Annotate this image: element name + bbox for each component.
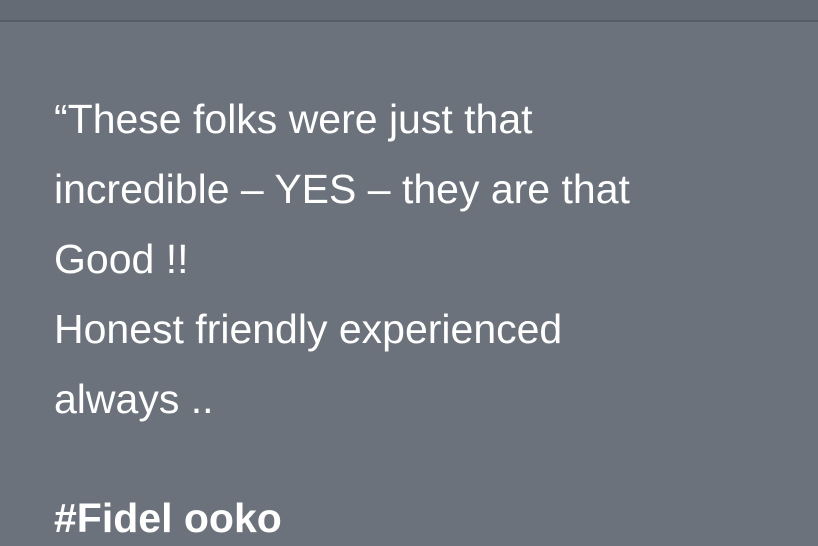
testimonial-card: “These folks were just that incredible –… [0,0,818,546]
quote-line: incredible – YES – they are that [54,166,630,212]
quote-line: always .. [54,376,214,422]
quote-line: Good !! [54,236,189,282]
top-divider [0,0,818,22]
testimonial-author: #Fidel ooko [54,495,282,541]
quote-line: Honest friendly experienced [54,306,563,352]
testimonial-quote: “These folks were just that incredible –… [54,84,774,434]
quote-line: “These folks were just that [54,96,533,142]
